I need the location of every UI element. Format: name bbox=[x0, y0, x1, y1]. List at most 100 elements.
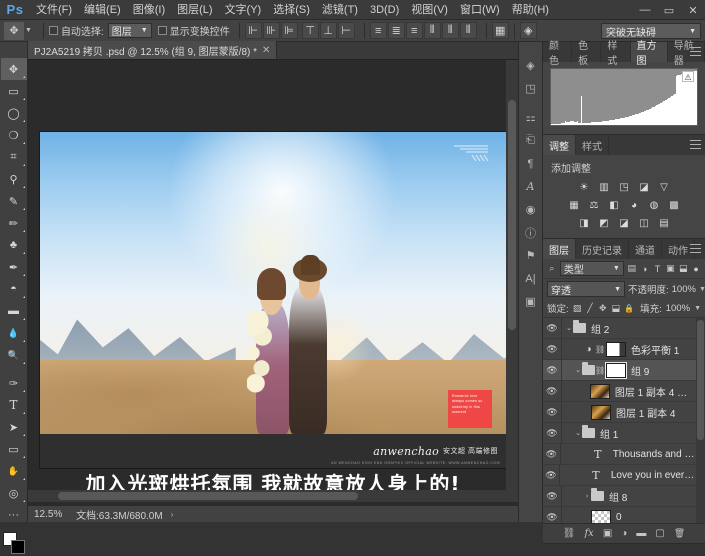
dodge-tool[interactable]: 🔍 bbox=[1, 344, 27, 366]
canvas-horizontal-scrollbar[interactable] bbox=[28, 490, 518, 502]
distribute-top-icon[interactable]: ≡ bbox=[370, 22, 387, 39]
brush-tool[interactable]: ✏ bbox=[1, 212, 27, 234]
opacity-chevron-icon[interactable]: ▼ bbox=[699, 286, 705, 293]
lock-position-icon[interactable]: ✥ bbox=[598, 303, 607, 314]
info-icon[interactable]: ⓘ bbox=[519, 221, 542, 244]
layer-row[interactable]: 👁 图层 1 副本 4 bbox=[543, 402, 705, 423]
distribute-left-icon[interactable]: ⦀ bbox=[424, 22, 441, 39]
mask-link-icon[interactable]: ⛓ bbox=[595, 345, 604, 354]
notes-icon[interactable]: A| bbox=[519, 267, 542, 290]
layer-disclosure-icon[interactable]: › bbox=[583, 493, 591, 500]
channel-mixer-icon[interactable]: ◍ bbox=[647, 198, 661, 212]
layer-visibility-icon[interactable]: 👁 bbox=[543, 444, 561, 465]
marquee-tool[interactable]: ▭ bbox=[1, 80, 27, 102]
auto-select-checkbox[interactable] bbox=[49, 26, 58, 35]
opacity-value[interactable]: 100% bbox=[672, 284, 696, 295]
layer-visibility-icon[interactable]: 👁 bbox=[543, 423, 562, 444]
layer-visibility-icon[interactable]: 👁 bbox=[543, 465, 560, 486]
zoom-level[interactable]: 12.5% bbox=[34, 509, 68, 520]
brush-presets-icon[interactable]: ◉ bbox=[519, 198, 542, 221]
layer-thumbnail[interactable] bbox=[591, 405, 611, 420]
lock-all-icon[interactable]: 🔒 bbox=[624, 303, 634, 314]
layer-visibility-icon[interactable]: 👁 bbox=[543, 507, 562, 524]
zoom-tool[interactable]: ◎ bbox=[1, 482, 27, 504]
layer-row[interactable]: 👁 T Love you in every s... bbox=[543, 465, 705, 486]
character-icon[interactable]: A bbox=[519, 175, 542, 198]
selective-color-icon[interactable]: ▤ bbox=[657, 216, 671, 230]
mask-link-icon[interactable]: ⛓ bbox=[595, 366, 604, 375]
filter-smart-object-icon[interactable]: ⬓ bbox=[678, 262, 688, 275]
menu-filter[interactable]: 滤镜(T) bbox=[316, 0, 364, 20]
tab-adjustments[interactable]: 调整 bbox=[543, 135, 576, 155]
layer-filter-kind-dropdown[interactable]: 类型 ▼ bbox=[560, 261, 624, 276]
menu-help[interactable]: 帮助(H) bbox=[506, 0, 555, 20]
color-swatches[interactable] bbox=[1, 530, 27, 556]
filter-type-icon[interactable]: T bbox=[653, 262, 663, 275]
curves-icon[interactable]: ◳ bbox=[617, 180, 631, 194]
black-white-icon[interactable]: ◧ bbox=[607, 198, 621, 212]
tool-preset-chevron-icon[interactable]: ▼ bbox=[25, 27, 32, 34]
distribute-hcenter-icon[interactable]: ⦀ bbox=[442, 22, 459, 39]
menu-image[interactable]: 图像(I) bbox=[127, 0, 171, 20]
eraser-tool[interactable]: ◓ bbox=[1, 278, 27, 300]
document-canvas[interactable]: Romantic love always comes so suddenly i… bbox=[40, 132, 506, 468]
align-left-edges-icon[interactable]: ⊩ bbox=[245, 22, 262, 39]
type-tool[interactable]: T bbox=[1, 394, 27, 416]
layer-row[interactable]: 👁 ◑ ⛓ 色彩平衡 1 bbox=[543, 339, 705, 360]
histogram-refresh-icon[interactable]: ⚠ bbox=[682, 71, 694, 82]
delete-layer-icon[interactable]: 🗑 bbox=[674, 528, 685, 539]
exposure-icon[interactable]: ◪ bbox=[637, 180, 651, 194]
filter-pixel-icon[interactable]: ▤ bbox=[627, 262, 637, 275]
new-adjustment-layer-icon[interactable]: ◑ bbox=[621, 528, 627, 539]
color-lookup-icon[interactable]: ▩ bbox=[667, 198, 681, 212]
tab-swatches[interactable]: 色板 bbox=[572, 42, 601, 62]
crop-tool[interactable]: ⌗ bbox=[1, 146, 27, 168]
layer-mask-thumbnail[interactable] bbox=[606, 342, 626, 357]
rectangle-tool[interactable]: ▭ bbox=[1, 438, 27, 460]
lock-image-pixels-icon[interactable]: ╱ bbox=[586, 303, 595, 314]
tab-color[interactable]: 颜色 bbox=[543, 42, 572, 62]
edit-toolbar-button[interactable]: ··· bbox=[1, 504, 27, 526]
3d-mode-icon[interactable]: ◈ bbox=[520, 22, 537, 39]
quick-selection-tool[interactable]: ❍ bbox=[1, 124, 27, 146]
align-vertical-centers-icon[interactable]: ⊥ bbox=[320, 22, 337, 39]
fill-chevron-icon[interactable]: ▼ bbox=[694, 305, 701, 312]
eyedropper-tool[interactable]: ⚲ bbox=[1, 168, 27, 190]
gradient-map-icon[interactable]: ◫ bbox=[637, 216, 651, 230]
menu-edit[interactable]: 编辑(E) bbox=[78, 0, 127, 20]
minimize-button[interactable]: — bbox=[633, 0, 657, 20]
menu-layer[interactable]: 图层(L) bbox=[171, 0, 218, 20]
layer-style-icon[interactable]: fx bbox=[584, 528, 593, 539]
close-button[interactable]: ✕ bbox=[681, 0, 705, 20]
new-group-icon[interactable]: ▬ bbox=[636, 528, 646, 539]
menu-type[interactable]: 文字(Y) bbox=[219, 0, 268, 20]
hand-tool[interactable]: ✋ bbox=[1, 460, 27, 482]
layer-row[interactable]: 👁 ⌄ 组 2 bbox=[543, 318, 705, 339]
layer-row[interactable]: 👁 ⌄ ⛓ 组 9 bbox=[543, 360, 705, 381]
status-chevron-icon[interactable]: › bbox=[171, 510, 174, 519]
tab-styles[interactable]: 样式 bbox=[601, 42, 630, 62]
layer-thumbnail[interactable] bbox=[590, 384, 610, 399]
posterize-icon[interactable]: ◩ bbox=[597, 216, 611, 230]
tab-history[interactable]: 历史记录 bbox=[576, 239, 629, 259]
menu-file[interactable]: 文件(F) bbox=[30, 0, 78, 20]
photo-filter-icon[interactable]: ◕ bbox=[627, 198, 641, 212]
document-tab[interactable]: PJ2A5219 拷贝 .psd @ 12.5% (组 9, 图层蒙版/8) *… bbox=[28, 41, 277, 59]
menu-3d[interactable]: 3D(D) bbox=[364, 0, 405, 20]
tab-layers[interactable]: 图层 bbox=[543, 239, 576, 259]
panel-menu-icon[interactable] bbox=[690, 244, 701, 253]
adjustments-icon[interactable]: ⚏ bbox=[519, 106, 542, 129]
healing-brush-tool[interactable]: ✎ bbox=[1, 190, 27, 212]
panel-menu-icon[interactable] bbox=[690, 140, 701, 149]
clone-stamp-tool[interactable]: ♣ bbox=[1, 234, 27, 256]
filter-adjustment-icon[interactable]: ◑ bbox=[640, 262, 650, 275]
layer-row[interactable]: 👁 0 bbox=[543, 507, 705, 523]
vibrance-icon[interactable]: ▽ bbox=[657, 180, 671, 194]
path-selection-tool[interactable]: ➤ bbox=[1, 416, 27, 438]
blend-mode-dropdown[interactable]: 穿透 ▼ bbox=[547, 281, 625, 297]
align-horizontal-centers-icon[interactable]: ⊪ bbox=[263, 22, 280, 39]
show-transform-checkbox[interactable] bbox=[158, 26, 167, 35]
layer-visibility-icon[interactable]: 👁 bbox=[543, 381, 562, 402]
lasso-tool[interactable]: ◯ bbox=[1, 102, 27, 124]
layer-row[interactable]: 👁 ⌄ 组 1 bbox=[543, 423, 705, 444]
